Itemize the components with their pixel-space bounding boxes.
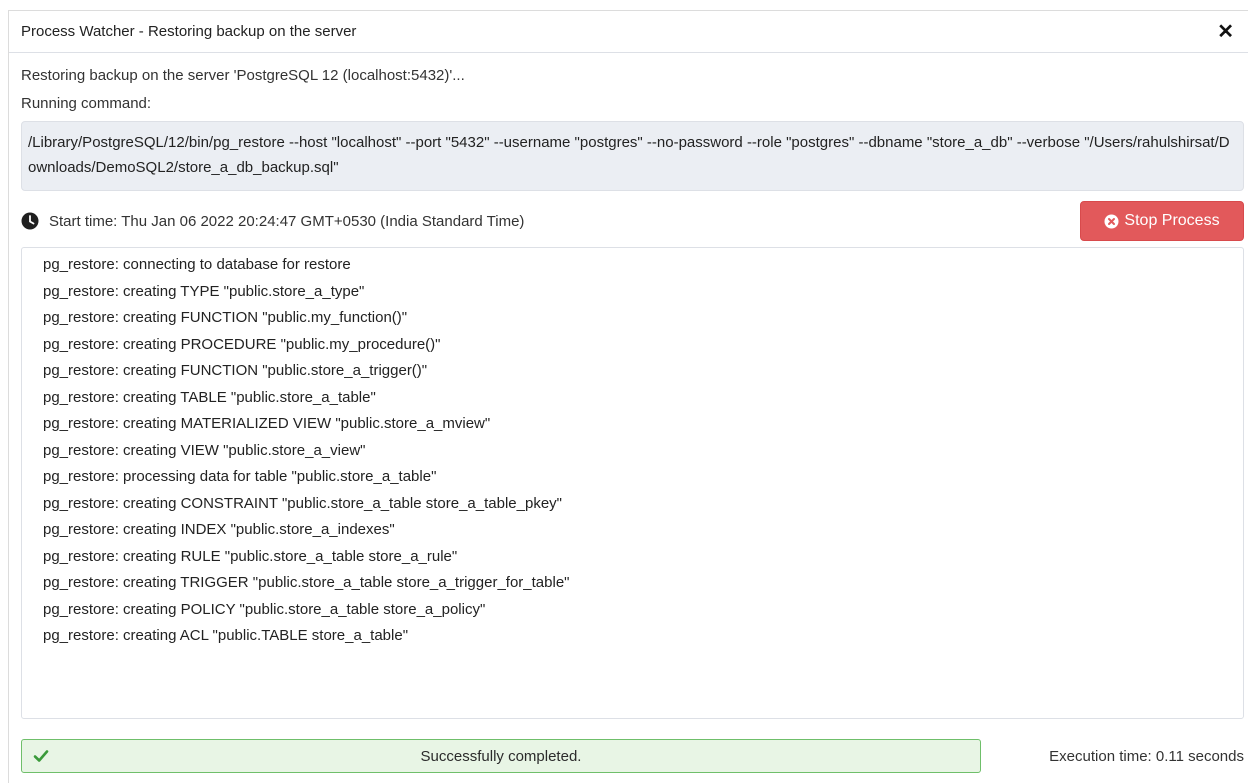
log-line: pg_restore: creating FUNCTION "public.my… [43,309,408,326]
log-line: pg_restore: creating TABLE "public.store… [43,388,376,406]
stop-process-button[interactable]: Stop Process [1080,201,1244,241]
dialog-footer: Successfully completed. Execution time: … [21,739,1244,773]
clock-icon [21,212,39,230]
log-line: pg_restore: creating VIEW "public.store_… [43,441,366,459]
dialog-titlebar: Process Watcher - Restoring backup on th… [9,11,1248,53]
status-message: Restoring backup on the server 'PostgreS… [21,67,465,84]
process-watcher-dialog: Process Watcher - Restoring backup on th… [8,10,1248,783]
start-time-row: Start time: Thu Jan 06 2022 20:24:47 GMT… [21,201,1244,241]
start-time-text: Start time: Thu Jan 06 2022 20:24:47 GMT… [49,212,525,230]
command-text: /Library/PostgreSQL/12/bin/pg_restore --… [21,121,1244,191]
close-icon[interactable]: ✕ [1217,22,1234,42]
log-line: pg_restore: creating CONSTRAINT "public.… [43,494,562,512]
success-status-text: Successfully completed. [420,747,582,765]
log-line: pg_restore: connecting to database for r… [43,256,351,273]
log-line: pg_restore: creating MATERIALIZED VIEW "… [43,415,491,432]
log-line: pg_restore: processing data for table "p… [43,468,437,485]
success-status-bar: Successfully completed. [21,739,981,773]
log-output[interactable]: pg_restore: connecting to database for r… [21,247,1244,719]
log-line: pg_restore: creating POLICY "public.stor… [43,600,486,618]
log-line: pg_restore: creating TYPE "public.store_… [43,282,365,300]
log-line: pg_restore: creating PROCEDURE "public.m… [43,335,441,353]
running-command-label: Running command: [21,95,152,112]
log-line: pg_restore: creating RULE "public.store_… [43,547,458,565]
stop-process-label: Stop Process [1124,212,1220,229]
log-line: pg_restore: creating ACL "public.TABLE s… [43,627,409,644]
dialog-title: Process Watcher - Restoring backup on th… [21,23,357,40]
times-circle-icon [1104,214,1119,229]
log-line: pg_restore: creating INDEX "public.store… [43,521,395,538]
dialog-content: Restoring backup on the server 'PostgreS… [9,67,1248,773]
execution-time: Execution time: 0.11 seconds [1049,747,1244,765]
log-line: pg_restore: creating FUNCTION "public.st… [43,362,428,379]
log-line: pg_restore: creating TRIGGER "public.sto… [43,574,570,591]
